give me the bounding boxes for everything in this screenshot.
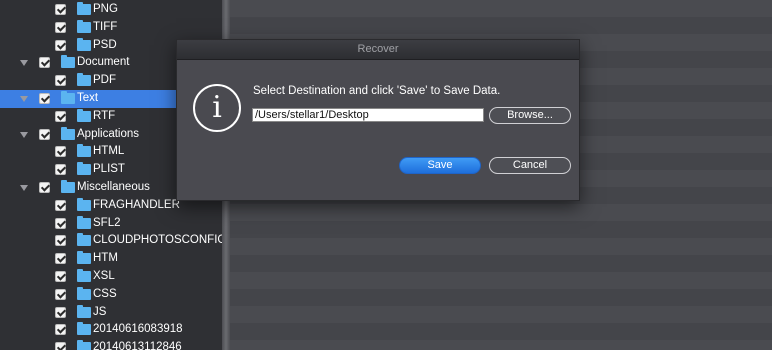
tree-item-checkbox[interactable]: [55, 110, 66, 122]
tree-item-label: CLOUDPHOTOSCONFIGU: [93, 234, 222, 247]
tree-item-checkbox[interactable]: [55, 306, 66, 318]
cancel-button[interactable]: Cancel: [489, 157, 571, 174]
tree-item-checkbox[interactable]: [55, 75, 66, 87]
folder-icon: [77, 162, 91, 176]
folder-icon: [61, 180, 75, 193]
tree-item-checkbox[interactable]: [39, 57, 50, 69]
dialog-message: Select Destination and click 'Save' to S…: [253, 85, 501, 97]
tree-item-checkbox[interactable]: [55, 4, 66, 15]
tree-item-label: 20140613112846: [93, 341, 182, 350]
tree-item[interactable]: 20140613112846: [0, 339, 222, 350]
tree-item-checkbox[interactable]: [55, 235, 66, 247]
folder-icon: [61, 55, 75, 69]
tree-item-checkbox[interactable]: [55, 21, 66, 33]
tree-item-label: PLIST: [93, 163, 125, 176]
tree-item-checkbox[interactable]: [55, 342, 66, 350]
tree-item[interactable]: PNG: [0, 1, 222, 19]
tree-item-checkbox[interactable]: [55, 217, 66, 229]
tree-item-checkbox[interactable]: [55, 271, 66, 282]
recover-dialog: Recover i Select Destination and click '…: [176, 39, 580, 201]
tree-item-label: JS: [93, 305, 107, 318]
tree-item-checkbox[interactable]: [55, 199, 66, 211]
folder-icon: [77, 19, 91, 33]
tree-item-label: Document: [77, 56, 130, 69]
tree-item[interactable]: TIFF: [0, 19, 222, 37]
tree-item-checkbox[interactable]: [55, 253, 66, 265]
folder-icon: [77, 233, 91, 247]
tree-item-label: HTM: [93, 252, 118, 265]
folder-icon: [77, 73, 91, 87]
tree-item-label: XSL: [93, 270, 115, 282]
tree-item-checkbox[interactable]: [39, 128, 50, 140]
disclosure-triangle-icon[interactable]: [20, 96, 28, 102]
folder-icon: [77, 269, 91, 282]
dialog-title: Recover: [357, 43, 399, 55]
tree-item-label: Text: [77, 92, 99, 104]
folder-icon: [77, 215, 91, 229]
save-button[interactable]: Save: [399, 157, 481, 174]
destination-path-input[interactable]: [252, 108, 484, 122]
folder-icon: [61, 126, 75, 140]
folder-icon: [77, 144, 91, 158]
tree-item-label: Applications: [77, 127, 140, 140]
tree-item-label: PDF: [93, 74, 116, 87]
tree-item-label: SFL2: [93, 216, 121, 229]
tree-item[interactable]: XSL: [0, 268, 222, 286]
tree-item-label: PSD: [93, 38, 117, 51]
tree-item-label: CSS: [93, 287, 117, 300]
folder-icon: [77, 37, 91, 51]
tree-item-label: FRAGHANDLER: [93, 198, 180, 211]
tree-item-checkbox[interactable]: [55, 164, 66, 176]
dialog-titlebar: Recover: [177, 40, 579, 60]
folder-icon: [77, 197, 91, 211]
tree-item[interactable]: 20140616083918: [0, 321, 222, 339]
tree-item-checkbox[interactable]: [55, 146, 66, 158]
tree-item-checkbox[interactable]: [55, 39, 66, 51]
tree-item-label: PNG: [93, 3, 118, 15]
folder-icon: [77, 108, 91, 122]
folder-icon: [61, 91, 75, 104]
tree-item[interactable]: HTM: [0, 250, 222, 268]
tree-item-checkbox[interactable]: [55, 288, 66, 300]
tree-item-checkbox[interactable]: [55, 324, 66, 336]
tree-item-label: RTF: [93, 109, 116, 122]
tree-item[interactable]: JS: [0, 304, 222, 322]
tree-item-checkbox[interactable]: [39, 182, 50, 193]
tree-item-label: 20140616083918: [93, 323, 183, 336]
folder-icon: [77, 2, 91, 15]
tree-item-label: Miscellaneous: [77, 181, 150, 193]
folder-icon: [77, 304, 91, 318]
folder-icon: [77, 286, 91, 300]
disclosure-triangle-icon[interactable]: [20, 131, 28, 138]
tree-item[interactable]: CSS: [0, 286, 222, 304]
browse-button[interactable]: Browse...: [489, 107, 571, 124]
tree-item[interactable]: SFL2: [0, 215, 222, 233]
tree-item-checkbox[interactable]: [39, 93, 50, 104]
tree-item-label: TIFF: [93, 20, 118, 33]
folder-icon: [77, 251, 91, 265]
folder-icon: [77, 340, 91, 350]
tree-item-label: HTML: [93, 145, 125, 158]
info-icon: i: [193, 84, 241, 132]
folder-icon: [77, 322, 91, 336]
disclosure-triangle-icon[interactable]: [20, 60, 28, 67]
tree-item[interactable]: CLOUDPHOTOSCONFIGU: [0, 232, 222, 250]
disclosure-triangle-icon[interactable]: [20, 185, 28, 191]
